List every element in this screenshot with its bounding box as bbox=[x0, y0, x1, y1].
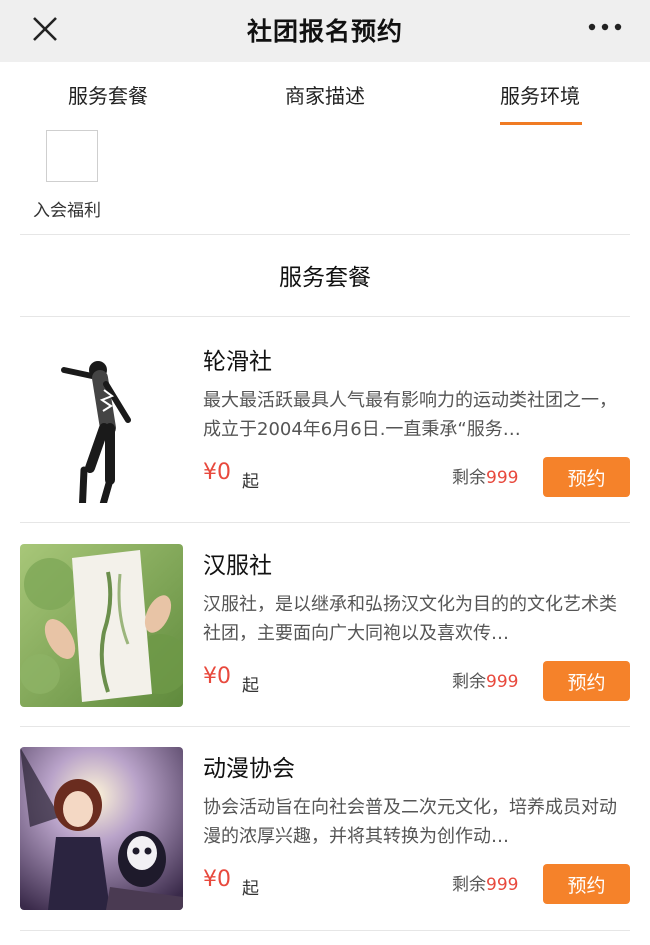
tab-bar: 服务套餐 商家描述 服务环境 bbox=[0, 62, 650, 124]
club-name: 轮滑社 bbox=[203, 349, 272, 375]
divider bbox=[20, 234, 630, 235]
club-card-roller-skating[interactable]: 轮滑社 最大最活跃最具人气最有影响力的运动类社团之一，成立于2004年6月6日.… bbox=[0, 320, 650, 520]
price-suffix: 起 bbox=[242, 676, 259, 696]
tab-service-environment[interactable]: 服务环境 bbox=[500, 80, 580, 109]
club-thumbnail bbox=[20, 544, 183, 707]
divider bbox=[20, 522, 630, 523]
remaining-number: 999 bbox=[486, 672, 519, 692]
more-icon[interactable] bbox=[586, 17, 626, 37]
remaining-number: 999 bbox=[486, 468, 519, 488]
top-bar: 社团报名预约 bbox=[0, 0, 650, 62]
tab-merchant-description[interactable]: 商家描述 bbox=[285, 80, 365, 109]
price-suffix: 起 bbox=[242, 472, 259, 492]
page-title: 社团报名预约 bbox=[246, 17, 403, 46]
remaining-count: 剩余999 bbox=[452, 667, 518, 692]
remaining-label: 剩余 bbox=[452, 672, 486, 692]
benefit-image-placeholder[interactable] bbox=[46, 130, 98, 182]
benefit-label[interactable]: 入会福利 bbox=[33, 196, 101, 221]
club-description: 汉服社，是以继承和弘扬汉文化为目的的文化艺术类社团，主要面向广大同袍以及喜欢传… bbox=[203, 594, 617, 644]
club-description: 协会活动旨在向社会普及二次元文化，培养成员对动漫的浓厚兴趣，并将其转换为创作动… bbox=[203, 797, 617, 847]
remaining-number: 999 bbox=[486, 875, 519, 895]
remaining-label: 剩余 bbox=[452, 875, 486, 895]
remaining-count: 剩余999 bbox=[452, 463, 518, 488]
section-title: 服务套餐 bbox=[279, 265, 371, 291]
active-tab-indicator bbox=[500, 122, 582, 125]
divider bbox=[20, 930, 630, 931]
club-description: 最大最活跃最具人气最有影响力的运动类社团之一，成立于2004年6月6日.一直秉承… bbox=[203, 390, 617, 440]
remaining-count: 剩余999 bbox=[452, 870, 518, 895]
anime-illustration bbox=[20, 747, 183, 910]
skater-illustration bbox=[20, 340, 183, 503]
price-suffix: 起 bbox=[242, 879, 259, 899]
book-button[interactable]: 预约 bbox=[543, 457, 630, 497]
club-thumbnail bbox=[20, 747, 183, 910]
club-name: 动漫协会 bbox=[203, 756, 295, 782]
book-button[interactable]: 预约 bbox=[543, 864, 630, 904]
club-card-anime[interactable]: 动漫协会 协会活动旨在向社会普及二次元文化，培养成员对动漫的浓厚兴趣，并将其转换… bbox=[0, 727, 650, 927]
club-thumbnail bbox=[20, 340, 183, 503]
hanfu-illustration bbox=[20, 544, 183, 707]
remaining-label: 剩余 bbox=[452, 468, 486, 488]
club-price: ¥0 bbox=[203, 867, 231, 892]
club-price: ¥0 bbox=[203, 460, 231, 485]
club-name: 汉服社 bbox=[203, 553, 272, 579]
tab-service-package[interactable]: 服务套餐 bbox=[68, 80, 148, 109]
divider bbox=[20, 316, 630, 317]
club-price: ¥0 bbox=[203, 664, 231, 689]
club-card-hanfu[interactable]: 汉服社 汉服社，是以继承和弘扬汉文化为目的的文化艺术类社团，主要面向广大同袍以及… bbox=[0, 524, 650, 724]
book-button[interactable]: 预约 bbox=[543, 661, 630, 701]
